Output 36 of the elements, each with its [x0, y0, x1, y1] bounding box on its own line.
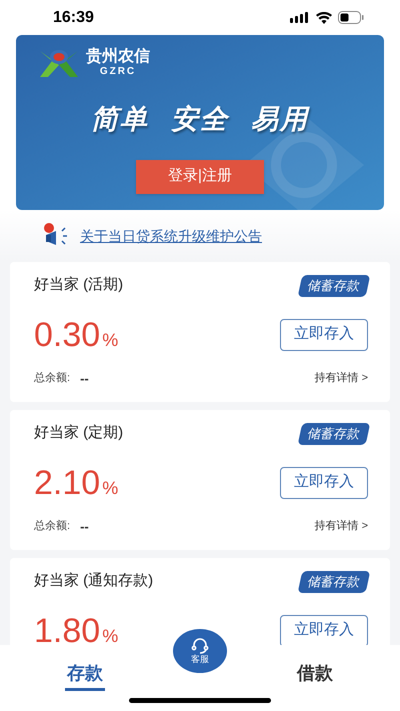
- balance-value: --: [80, 370, 89, 388]
- brand-code: GZRC: [100, 67, 136, 77]
- balance-label: 总余额:: [34, 370, 70, 386]
- holding-details-link[interactable]: 持有详情 >: [314, 370, 368, 386]
- interest-rate: 0.30: [34, 314, 100, 354]
- headset-icon: [190, 638, 210, 654]
- logo-icon: [38, 47, 80, 79]
- tab[interactable]: 借款: [295, 659, 335, 691]
- slogan-word: 简单: [91, 103, 149, 136]
- deposit-button[interactable]: 立即存入: [280, 318, 368, 350]
- wifi-icon: [316, 12, 332, 24]
- percent-unit: %: [102, 624, 118, 645]
- percent-unit: %: [102, 476, 118, 500]
- customer-service-button[interactable]: 客服: [173, 629, 227, 673]
- notice-link[interactable]: 关于当日贷系统升级维护公告: [80, 226, 262, 246]
- category-tag: 储蓄存款: [298, 422, 370, 444]
- product-name: 好当家 (定期): [34, 423, 124, 443]
- brand-name: 贵州农信: [86, 49, 150, 65]
- status-time: 16:39: [53, 8, 94, 28]
- tab[interactable]: 存款: [65, 659, 105, 691]
- product-name: 好当家 (活期): [34, 275, 124, 295]
- balance-label: 总余额:: [34, 518, 70, 534]
- holding-details-link[interactable]: 持有详情 >: [314, 518, 368, 534]
- slogan-word: 易用: [251, 103, 309, 136]
- battery-icon: [338, 11, 364, 24]
- signal-icon: [290, 12, 310, 23]
- product-name: 好当家 (通知存款): [34, 571, 154, 591]
- slogan-word: 安全: [171, 103, 229, 136]
- category-tag: 储蓄存款: [298, 274, 370, 296]
- interest-rate: 1.80: [34, 610, 100, 645]
- percent-unit: %: [102, 328, 118, 352]
- interest-rate: 2.10: [34, 462, 100, 502]
- login-register-button[interactable]: 登录|注册: [136, 160, 264, 194]
- category-tag: 储蓄存款: [298, 570, 370, 592]
- deposit-button[interactable]: 立即存入: [280, 466, 368, 498]
- balance-value: --: [80, 518, 89, 536]
